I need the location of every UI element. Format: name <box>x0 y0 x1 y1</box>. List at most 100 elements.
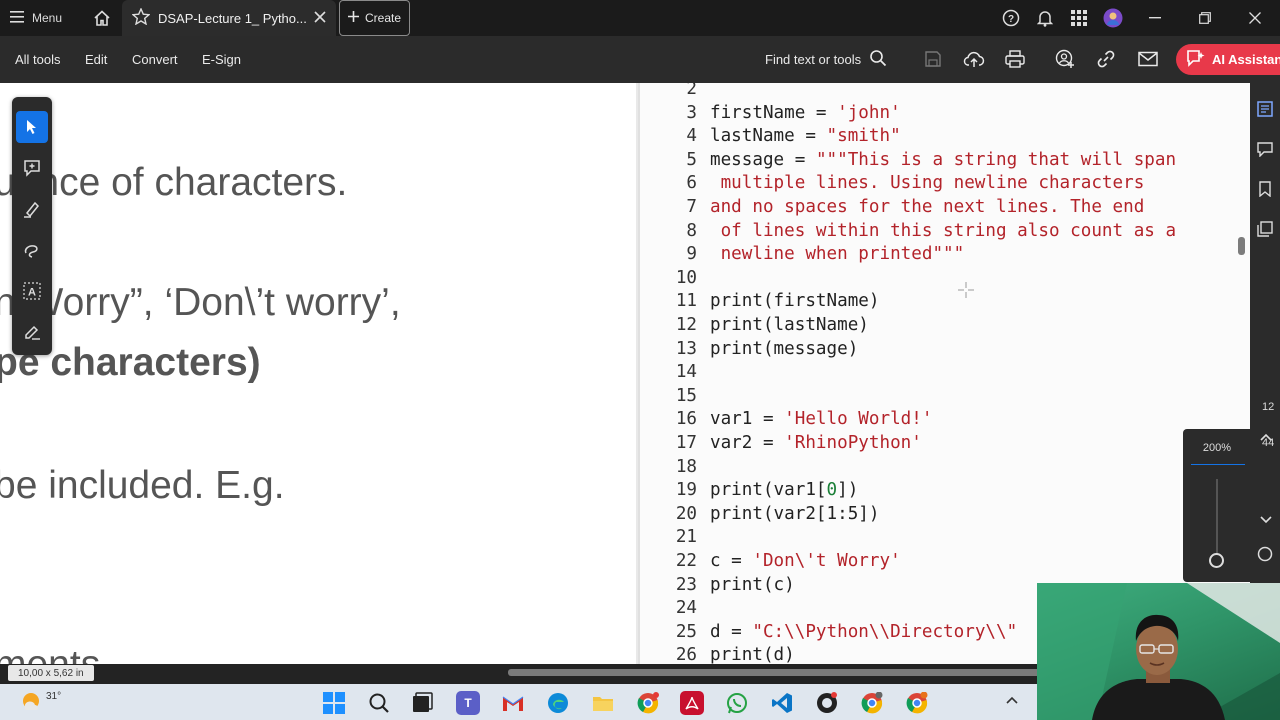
start-icon[interactable] <box>322 691 346 715</box>
select-tool-icon[interactable] <box>16 111 48 143</box>
menu-edit[interactable]: Edit <box>85 36 107 83</box>
code-line: 18 <box>640 455 1250 479</box>
print-icon[interactable] <box>1004 48 1026 70</box>
avatar[interactable] <box>1096 0 1130 36</box>
hamburger-icon <box>10 10 24 26</box>
code-text: and no spaces for the next lines. The en… <box>710 195 1144 219</box>
add-comment-icon[interactable] <box>16 152 48 184</box>
apps-grid-icon[interactable] <box>1062 0 1096 36</box>
edge-icon[interactable] <box>546 691 570 715</box>
title-bar: Menu DSAP-Lecture 1_ Pytho... Create ? <box>0 0 1280 36</box>
acrobat-icon[interactable] <box>680 691 704 715</box>
teams-icon[interactable]: T <box>456 691 480 715</box>
chrome-profile-icon[interactable] <box>860 691 884 715</box>
star-icon[interactable] <box>131 7 151 28</box>
bell-icon[interactable] <box>1028 0 1062 36</box>
ai-assistant-button[interactable]: AI Assistant <box>1176 44 1280 75</box>
vertical-scrollbar-thumb[interactable] <box>1238 237 1245 255</box>
mail-icon[interactable] <box>1137 48 1159 70</box>
code-text: print(d) <box>710 643 795 664</box>
code-line: 15 <box>640 384 1250 408</box>
restore-icon[interactable] <box>1180 0 1230 36</box>
save-icon[interactable] <box>922 48 944 70</box>
menu-all-tools[interactable]: All tools <box>15 36 61 83</box>
line-number: 26 <box>675 645 697 664</box>
bookmark-icon[interactable] <box>1258 181 1272 202</box>
zoom-level[interactable]: 200% <box>1183 442 1251 454</box>
line-number: 13 <box>675 338 697 359</box>
zoom-slider-track[interactable] <box>1216 479 1218 559</box>
menu-button[interactable]: Menu <box>10 0 62 36</box>
tray-chevron-up-icon[interactable] <box>1006 692 1018 707</box>
share-user-icon[interactable] <box>1054 48 1076 70</box>
code-token: d = <box>710 621 753 642</box>
github-icon[interactable] <box>815 691 839 715</box>
search-circle-icon[interactable] <box>1257 546 1273 567</box>
line-number: 23 <box>675 574 697 595</box>
horizontal-scrollbar-thumb[interactable] <box>508 669 1068 676</box>
line-number: 11 <box>675 291 697 312</box>
menu-label: Menu <box>32 11 63 25</box>
document-viewport[interactable]: uence of characters. n Worry”, ‘Don\’t w… <box>0 83 1250 664</box>
draw-freehand-icon[interactable] <box>16 234 48 266</box>
code-token: "C:\\Python\\Directory\\" <box>752 621 1018 642</box>
document-tab[interactable]: DSAP-Lecture 1_ Pytho... <box>122 0 336 36</box>
copy-pages-icon[interactable] <box>1257 221 1273 242</box>
gmail-icon[interactable] <box>501 691 525 715</box>
code-text: print(lastName) <box>710 313 869 337</box>
zoom-slider-handle[interactable] <box>1209 553 1224 568</box>
code-text: lastName = "smith" <box>710 124 901 148</box>
code-text: c = 'Don\'t Worry' <box>710 549 901 573</box>
text-box-icon[interactable]: A <box>16 275 48 307</box>
home-icon[interactable] <box>92 0 112 36</box>
line-number: 19 <box>675 480 697 501</box>
code-text: var2 = 'RhinoPython' <box>710 431 922 455</box>
code-token: print(firstName) <box>710 291 880 312</box>
code-line: 12 print(lastName) <box>640 313 1250 337</box>
slide-page: uence of characters. n Worry”, ‘Don\’t w… <box>0 83 636 664</box>
weather-widget[interactable]: 31° <box>20 690 61 715</box>
line-number: 20 <box>675 503 697 524</box>
close-tab-icon[interactable] <box>314 10 326 26</box>
vscode-icon[interactable] <box>770 691 794 715</box>
code-text: of lines within this string also count a… <box>710 219 1177 243</box>
search-icon[interactable] <box>367 691 391 715</box>
folder-icon[interactable] <box>591 691 615 715</box>
code-line: 6 multiple lines. Using newline characte… <box>640 171 1250 195</box>
code-text: print(var2[1:5]) <box>710 502 879 526</box>
comments-panel-icon[interactable] <box>1257 141 1273 162</box>
chrome-icon[interactable] <box>636 691 660 715</box>
code-token: print(var2[1:5]) <box>710 503 880 524</box>
close-window-icon[interactable] <box>1230 0 1280 36</box>
sign-pen-icon[interactable] <box>16 316 48 348</box>
code-page: 2 3 firstName = 'john' 4 lastName = "smith" 5… <box>638 83 1250 664</box>
highlight-pen-icon[interactable] <box>16 193 48 225</box>
link-icon[interactable] <box>1095 48 1117 70</box>
create-button[interactable]: Create <box>339 0 411 36</box>
webcam-overlay <box>1037 583 1280 720</box>
whatsapp-icon[interactable] <box>725 691 749 715</box>
menu-convert[interactable]: Convert <box>132 36 178 83</box>
menu-e-sign[interactable]: E-Sign <box>202 36 241 83</box>
minimize-icon[interactable] <box>1130 0 1180 36</box>
line-number: 3 <box>686 102 697 123</box>
code-text: multiple lines. Using newline characters <box>710 171 1145 195</box>
line-number: 22 <box>675 551 697 571</box>
pages-panel-icon[interactable] <box>1257 101 1273 122</box>
svg-text:?: ? <box>1008 14 1014 25</box>
help-icon[interactable]: ? <box>994 0 1028 36</box>
code-token: var2 = <box>710 433 785 453</box>
tab-title: DSAP-Lecture 1_ Pytho... <box>158 10 306 26</box>
find-tools-search[interactable]: Find text or tools <box>765 36 887 83</box>
line-number: 6 <box>686 173 697 194</box>
code-line: 4 lastName = "smith" <box>640 124 1250 148</box>
cloud-upload-icon[interactable] <box>963 48 985 70</box>
code-line: 3 firstName = 'john' <box>640 101 1250 125</box>
main-toolbar: All tools Edit Convert E-Sign Find text … <box>0 36 1280 83</box>
task-view-icon[interactable] <box>410 691 434 715</box>
chrome-profile-2-icon[interactable] <box>905 691 929 715</box>
code-token: print(d) <box>710 645 795 664</box>
code-line: 10 <box>640 266 1250 290</box>
code-token: print(lastName) <box>710 315 869 335</box>
chevron-down-icon[interactable] <box>1260 511 1272 529</box>
